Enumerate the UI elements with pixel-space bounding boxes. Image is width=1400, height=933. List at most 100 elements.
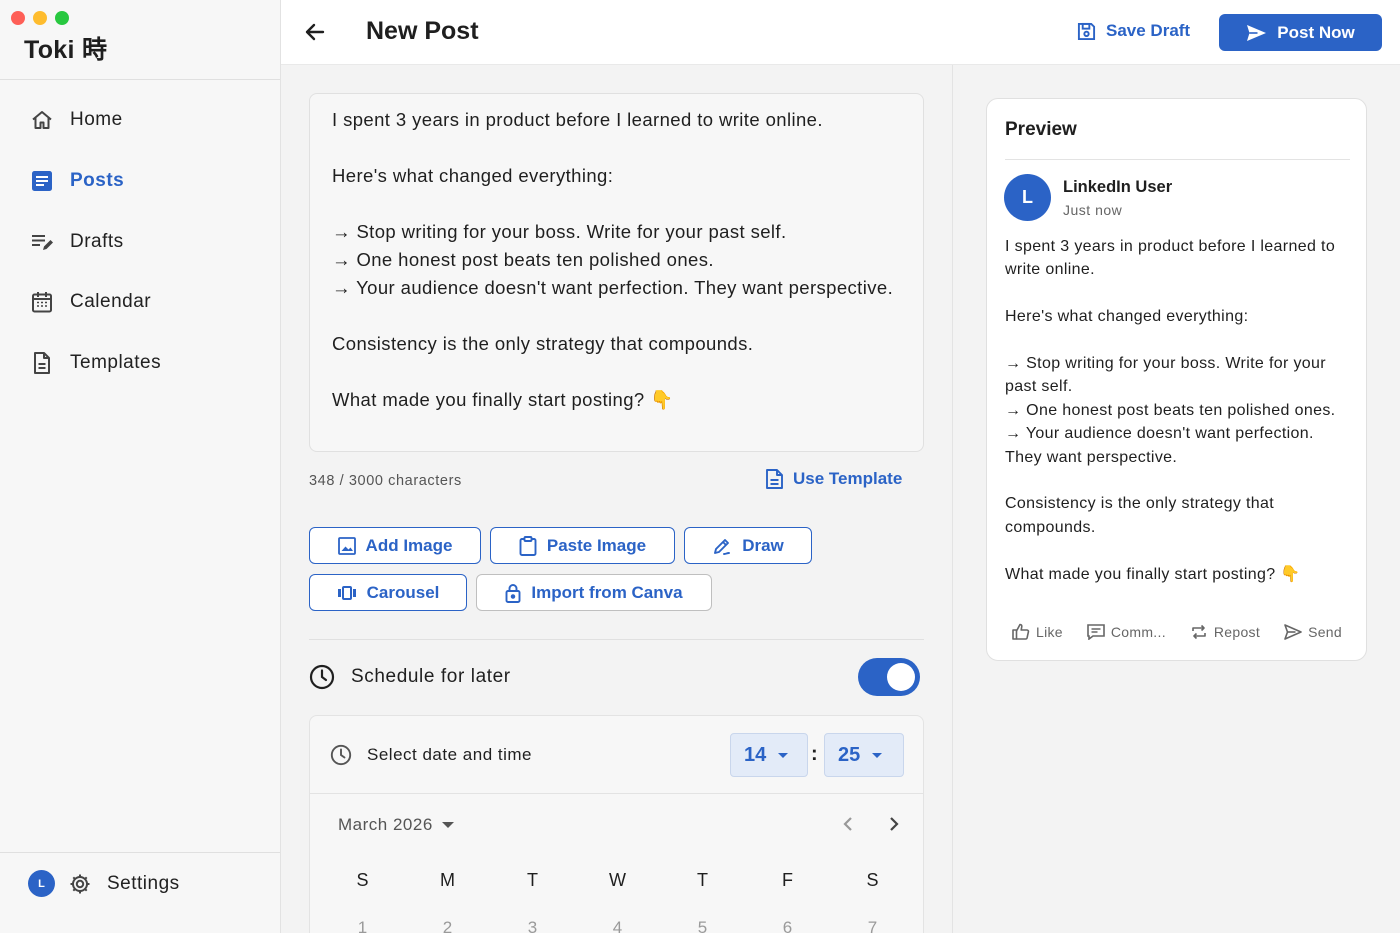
sidebar-item-calendar[interactable]: Calendar bbox=[0, 272, 280, 333]
add-image-button[interactable]: Add Image bbox=[309, 527, 481, 564]
send-label: Send bbox=[1308, 623, 1342, 640]
draw-button[interactable]: Draw bbox=[684, 527, 812, 564]
schedule-label: Schedule for later bbox=[351, 666, 511, 687]
post-now-label: Post Now bbox=[1277, 22, 1355, 42]
select-date-time-label: Select date and time bbox=[367, 745, 532, 764]
chevron-right-icon[interactable] bbox=[884, 814, 904, 834]
calendar-day[interactable]: 2 bbox=[405, 918, 490, 933]
send-icon bbox=[1246, 24, 1267, 42]
calendar-day[interactable]: 5 bbox=[660, 918, 745, 933]
sidebar-item-drafts[interactable]: Drafts bbox=[0, 211, 280, 272]
thumbs-up-icon bbox=[1012, 623, 1030, 640]
close-window-button[interactable] bbox=[11, 11, 25, 25]
clipboard-icon bbox=[519, 535, 537, 556]
sidebar-divider bbox=[0, 79, 280, 80]
use-template-button[interactable]: Use Template bbox=[766, 469, 902, 489]
carousel-button[interactable]: Carousel bbox=[309, 574, 467, 611]
preview-divider bbox=[1005, 159, 1350, 160]
preview-column: Preview L LinkedIn User Just now I spent… bbox=[953, 65, 1400, 933]
draw-label: Draw bbox=[742, 535, 784, 555]
avatar: L bbox=[1004, 174, 1051, 221]
paste-image-button[interactable]: Paste Image bbox=[490, 527, 675, 564]
toggle-knob bbox=[887, 663, 915, 691]
post-now-button[interactable]: Post Now bbox=[1219, 14, 1382, 51]
calendar-icon bbox=[30, 290, 54, 314]
time-separator: : bbox=[811, 743, 818, 765]
calendar-day[interactable]: 3 bbox=[490, 918, 575, 933]
posts-icon bbox=[30, 169, 54, 193]
minimize-window-button[interactable] bbox=[33, 11, 47, 25]
chevron-down-icon bbox=[778, 752, 789, 758]
like-label: Like bbox=[1036, 623, 1063, 640]
calendar-day[interactable]: 6 bbox=[745, 918, 830, 933]
add-image-label: Add Image bbox=[365, 535, 453, 555]
sidebar-item-label: Templates bbox=[70, 352, 162, 374]
use-template-label: Use Template bbox=[793, 469, 903, 488]
sidebar-item-templates[interactable]: Templates bbox=[0, 333, 280, 394]
carousel-label: Carousel bbox=[366, 582, 440, 602]
lock-icon bbox=[505, 583, 521, 603]
window-controls bbox=[11, 11, 69, 25]
calendar-day[interactable]: 4 bbox=[575, 918, 660, 933]
sidebar-item-posts[interactable]: Posts bbox=[0, 151, 280, 212]
hour-select[interactable]: 14 bbox=[730, 733, 808, 777]
comment-label: Comm... bbox=[1110, 623, 1166, 640]
post-text-editor[interactable]: I spent 3 years in product before I lear… bbox=[309, 93, 924, 452]
chevron-down-icon bbox=[441, 822, 454, 828]
sidebar-footer: L Settings bbox=[28, 870, 180, 897]
sidebar: Toki 時 Home Posts Drafts Calendar Templa… bbox=[0, 0, 281, 933]
gear-icon[interactable] bbox=[67, 871, 93, 897]
weekday-label: S bbox=[866, 870, 879, 890]
hour-value: 14 bbox=[744, 743, 767, 766]
repost-label: Repost bbox=[1213, 623, 1261, 640]
schedule-toggle[interactable] bbox=[858, 658, 920, 696]
comment-action: Comm... bbox=[1087, 623, 1166, 640]
like-action: Like bbox=[1012, 623, 1063, 640]
preview-user-name: LinkedIn User bbox=[1063, 178, 1173, 196]
paste-image-label: Paste Image bbox=[546, 535, 647, 555]
save-draft-button[interactable]: Save Draft bbox=[1077, 21, 1190, 41]
weekday-header: S M T W T F S bbox=[320, 870, 915, 891]
sidebar-item-label: Posts bbox=[70, 170, 125, 192]
weekday-label: S bbox=[356, 870, 369, 890]
weekday-label: W bbox=[609, 870, 626, 890]
chevron-left-icon[interactable] bbox=[838, 814, 858, 834]
calendar-day[interactable]: 7 bbox=[830, 918, 915, 933]
maximize-window-button[interactable] bbox=[55, 11, 69, 25]
import-canva-label: Import from Canva bbox=[531, 582, 683, 602]
page-title: New Post bbox=[366, 17, 479, 45]
sidebar-divider bbox=[0, 852, 280, 853]
image-icon bbox=[337, 536, 356, 555]
carousel-icon bbox=[337, 585, 357, 600]
clock-icon bbox=[330, 744, 352, 766]
drafts-icon bbox=[30, 230, 54, 254]
sidebar-item-home[interactable]: Home bbox=[0, 90, 280, 151]
top-bar: New Post Save Draft Post Now bbox=[281, 0, 1400, 65]
minute-select[interactable]: 25 bbox=[824, 733, 904, 777]
weekday-label: M bbox=[440, 870, 455, 890]
settings-link[interactable]: Settings bbox=[107, 873, 180, 895]
month-selector[interactable]: March 2026 bbox=[338, 815, 454, 835]
save-draft-label: Save Draft bbox=[1106, 21, 1191, 40]
minute-value: 25 bbox=[838, 743, 861, 766]
repost-icon bbox=[1190, 624, 1208, 640]
repost-action: Repost bbox=[1190, 623, 1260, 640]
editor-column: I spent 3 years in product before I lear… bbox=[281, 65, 952, 933]
chevron-down-icon bbox=[872, 752, 883, 758]
sidebar-item-label: Home bbox=[70, 109, 123, 131]
back-arrow-icon[interactable] bbox=[301, 18, 329, 46]
templates-icon bbox=[30, 351, 54, 375]
weekday-label: T bbox=[527, 870, 538, 890]
time-selector-row: Select date and time 14 : 25 bbox=[310, 716, 923, 794]
sidebar-item-label: Calendar bbox=[70, 291, 152, 313]
sidebar-nav: Home Posts Drafts Calendar Templates bbox=[0, 90, 280, 393]
home-icon bbox=[30, 108, 54, 132]
weekday-label: T bbox=[697, 870, 708, 890]
send-action: Send bbox=[1284, 623, 1342, 640]
avatar[interactable]: L bbox=[28, 870, 55, 897]
pencil-icon bbox=[712, 536, 732, 556]
schedule-row: Schedule for later bbox=[309, 658, 924, 696]
import-canva-button[interactable]: Import from Canva bbox=[476, 574, 712, 611]
section-divider bbox=[309, 639, 924, 640]
calendar-day[interactable]: 1 bbox=[320, 918, 405, 933]
